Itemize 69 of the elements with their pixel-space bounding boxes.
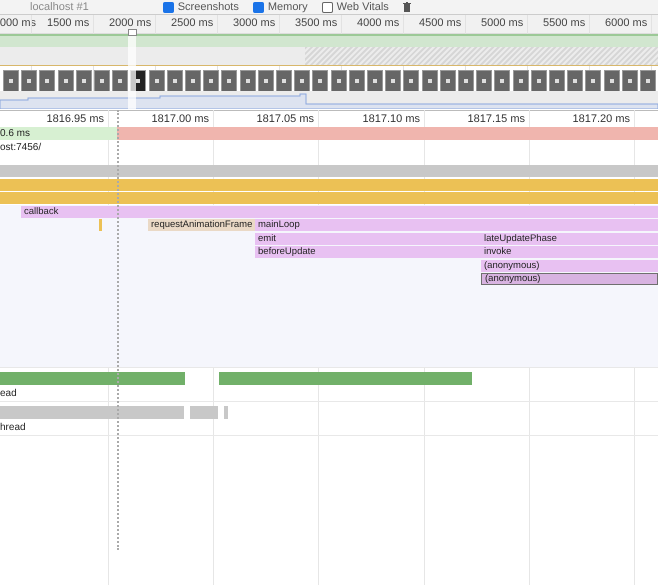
screenshot-thumbnail[interactable]: [640, 70, 656, 92]
flame-entry[interactable]: requestAnimationFrame: [148, 219, 255, 231]
flame-entry[interactable]: (anonymous): [481, 273, 658, 285]
thread-label[interactable]: hread: [0, 422, 26, 433]
time-label: 1817.00 ms: [150, 113, 209, 125]
option-checkbox[interactable]: Screenshots: [162, 1, 239, 13]
screenshot-thumbnail[interactable]: [39, 70, 56, 92]
flame-entry[interactable]: lateUpdatePhase: [481, 232, 658, 244]
screenshot-thumbnail[interactable]: [94, 70, 110, 92]
screenshot-thumbnail[interactable]: [585, 70, 602, 92]
flame-entry[interactable]: invoke: [481, 246, 658, 258]
screenshot-thumbnail[interactable]: [403, 70, 420, 92]
screenshot-thumbnail[interactable]: [276, 70, 292, 92]
network-request[interactable]: ost:7456/: [0, 142, 42, 153]
screenshot-thumbnail[interactable]: [567, 70, 584, 92]
screenshot-thumbnail[interactable]: [348, 70, 365, 92]
time-label: 1817.15 ms: [466, 113, 525, 125]
screenshot-thumbnail[interactable]: [512, 70, 529, 92]
flame-entry[interactable]: emit: [255, 232, 481, 244]
flame-entry[interactable]: beforeUpdate: [255, 246, 481, 258]
time-label: 2000 ms: [109, 17, 149, 29]
screenshot-thumbnail[interactable]: [166, 70, 183, 92]
time-label: 5000 ms: [481, 17, 521, 29]
screenshot-thumbnail[interactable]: [240, 70, 256, 92]
screenshot-thumbnail[interactable]: [112, 70, 128, 92]
screenshot-thumbnail[interactable]: [385, 70, 402, 92]
time-label: 5500 ms: [543, 17, 583, 29]
frame-bar[interactable]: 0.6 ms: [0, 127, 117, 140]
option-checkbox[interactable]: Web Vitals: [322, 1, 389, 13]
time-label: 3500 ms: [295, 17, 335, 29]
screenshot-thumbnail[interactable]: [258, 70, 274, 92]
time-label: 2500 ms: [171, 17, 211, 29]
trash-icon[interactable]: [402, 2, 411, 12]
time-label: 1500 ms: [47, 17, 87, 29]
screenshot-thumbnail[interactable]: [148, 70, 165, 92]
time-label: 4500 ms: [419, 17, 459, 29]
screenshot-thumbnail[interactable]: [604, 70, 620, 92]
screenshot-thumbnail[interactable]: [3, 70, 19, 92]
screenshot-thumbnail[interactable]: [494, 70, 510, 92]
screenshot-thumbnail[interactable]: [367, 70, 383, 92]
window-handle[interactable]: [128, 29, 137, 36]
screenshot-thumbnail[interactable]: [458, 70, 474, 92]
flame-entry[interactable]: mainLoop: [255, 219, 658, 231]
screenshot-thumbnail[interactable]: [185, 70, 201, 92]
screenshot-thumbnail[interactable]: [422, 70, 438, 92]
time-label: 1817.20 ms: [572, 113, 630, 125]
screenshot-thumbnail[interactable]: [58, 70, 74, 92]
time-label: 1816.95 ms: [46, 113, 104, 125]
screenshot-thumbnail[interactable]: [549, 70, 565, 92]
screenshot-thumbnail[interactable]: [622, 70, 638, 92]
screenshot-thumbnail[interactable]: [476, 70, 492, 92]
flame-entry[interactable]: callback: [21, 206, 658, 218]
screenshot-thumbnail[interactable]: [330, 70, 347, 92]
screenshot-thumbnail[interactable]: [203, 70, 220, 92]
screenshot-thumbnail[interactable]: [312, 70, 328, 92]
screenshot-thumbnail[interactable]: [76, 70, 92, 92]
screenshot-thumbnail[interactable]: [294, 70, 310, 92]
flame-entry[interactable]: (anonymous): [481, 260, 658, 272]
time-label: 3000 ms: [233, 17, 273, 29]
screenshot-thumbnail[interactable]: [21, 70, 38, 92]
time-label: 4000 ms: [357, 17, 397, 29]
screenshot-thumbnail[interactable]: [440, 70, 456, 92]
time-label: 1817.10 ms: [362, 113, 420, 125]
time-label: 6000 ms: [605, 17, 645, 29]
screenshot-thumbnail[interactable]: [221, 70, 238, 92]
option-checkbox[interactable]: Memory: [252, 1, 308, 13]
screenshot-thumbnail[interactable]: [530, 70, 547, 92]
thread-label[interactable]: ead: [0, 388, 17, 399]
time-label: 1817.05 ms: [256, 113, 314, 125]
